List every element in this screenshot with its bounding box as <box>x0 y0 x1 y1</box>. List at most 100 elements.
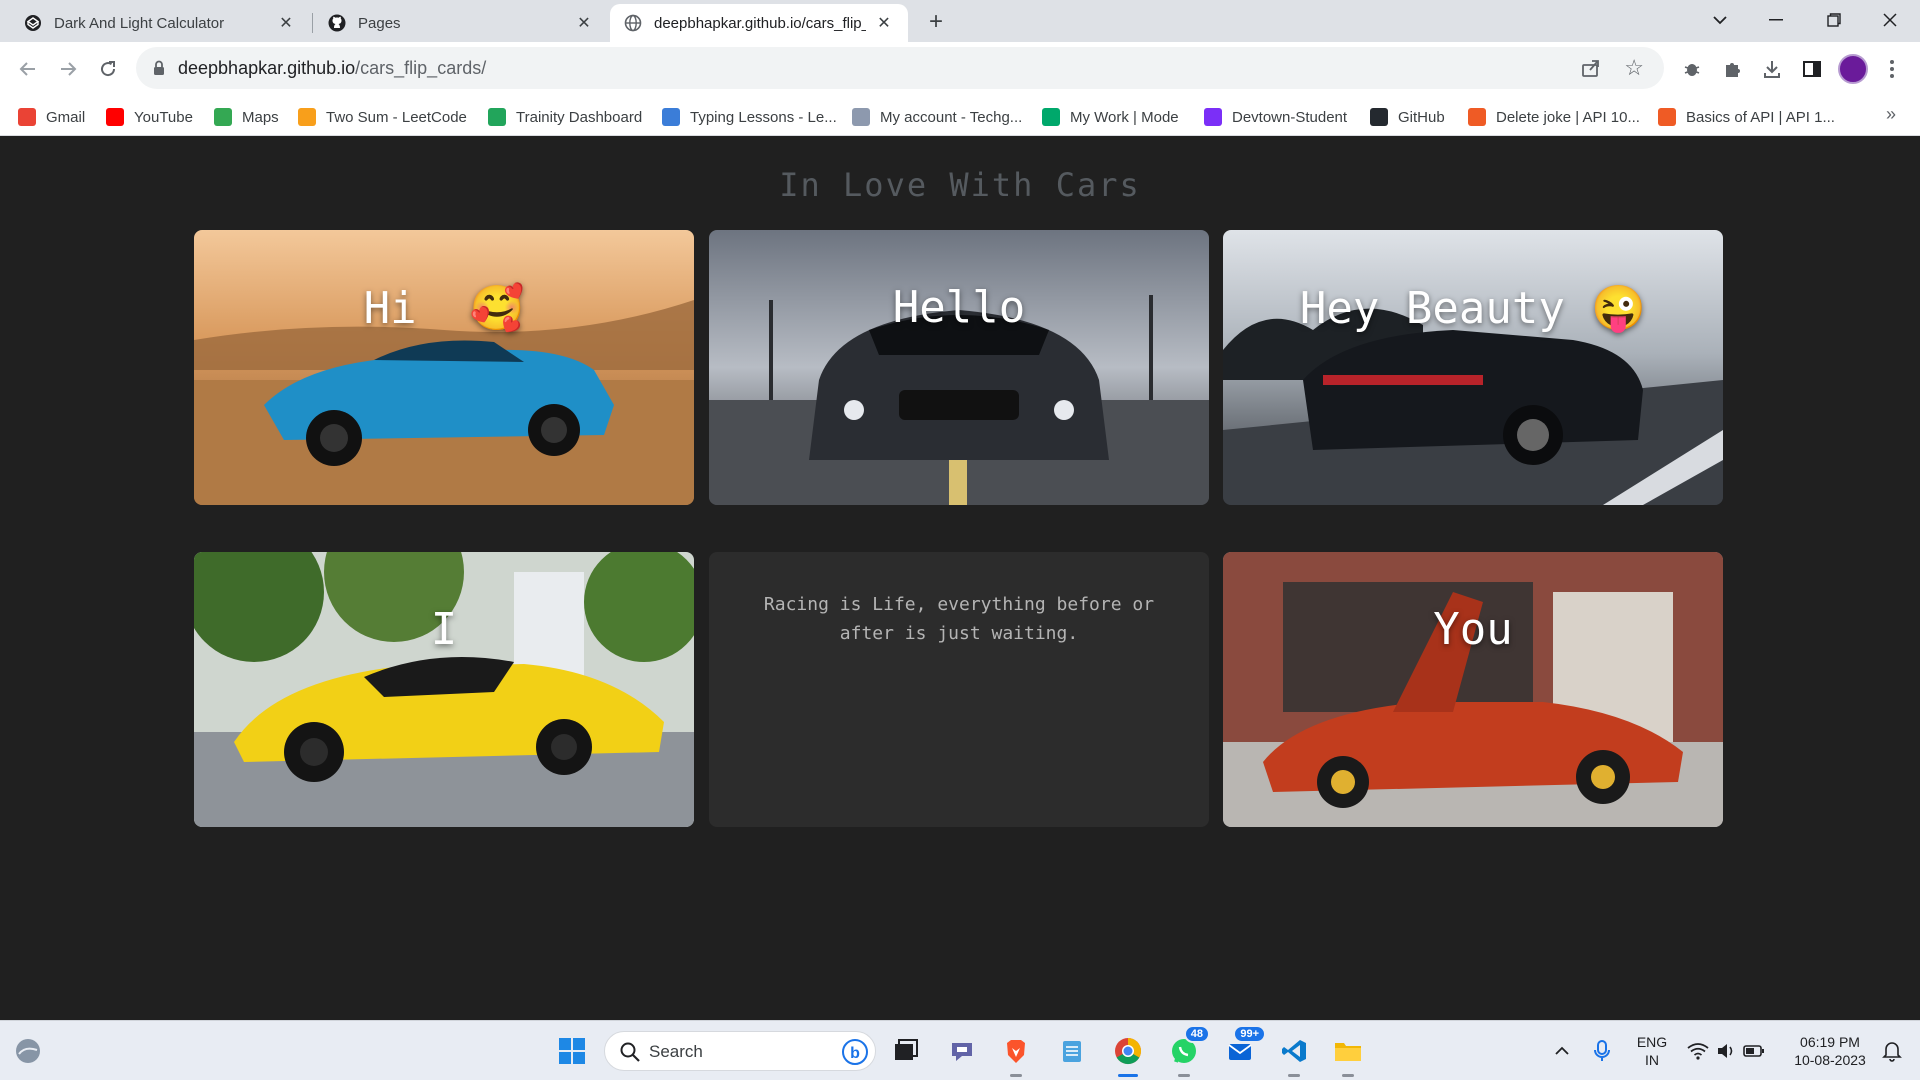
bookmark-label: Typing Lessons - Le... <box>690 108 837 126</box>
menu-kebab-icon[interactable] <box>1878 55 1906 83</box>
bookmark-basics-of-api-api-1[interactable]: Basics of API | API 1... <box>1658 106 1835 128</box>
tab-title: Pages <box>358 14 401 32</box>
leetcode-icon <box>298 108 316 126</box>
running-indicator-active <box>1118 1074 1138 1077</box>
bookmark-two-sum-leetcode[interactable]: Two Sum - LeetCode <box>298 106 467 128</box>
language-top: ENG <box>1636 1034 1668 1050</box>
bookmarks-bar: » Gmail YouTube Maps Two Sum - LeetCode Trai… <box>0 96 1920 136</box>
card-caption: I <box>430 604 458 655</box>
running-indicator <box>1010 1074 1022 1077</box>
bookmark-label: Delete joke | API 10... <box>1496 108 1640 126</box>
file-explorer-icon[interactable] <box>1330 1033 1366 1077</box>
bookmark-label: My account - Techg... <box>880 108 1023 126</box>
close-tab-icon[interactable]: ✕ <box>276 13 296 33</box>
close-tab-icon[interactable]: ✕ <box>874 13 894 33</box>
new-tab-button[interactable]: + <box>922 8 950 36</box>
clock-date: 10-08-2023 <box>1794 1052 1866 1068</box>
taskbar-search-box[interactable]: Search b <box>604 1031 876 1071</box>
windows-start-icon[interactable] <box>554 1033 590 1069</box>
close-tab-icon[interactable]: ✕ <box>574 13 594 33</box>
car-card-3[interactable]: Hey Beauty 😜 <box>1223 230 1723 505</box>
postman-icon <box>1468 108 1486 126</box>
bookmark-my-account-techg[interactable]: My account - Techg... <box>852 106 1022 128</box>
widgets-weather-icon[interactable] <box>10 1033 46 1069</box>
bookmark-label: YouTube <box>134 108 193 126</box>
bookmark-typing-lessons-le[interactable]: Typing Lessons - Le... <box>662 106 837 128</box>
language-bottom: IN <box>1645 1052 1659 1068</box>
search-icon <box>619 1041 641 1068</box>
bookmark-youtube[interactable]: YouTube <box>106 106 193 128</box>
notepad-icon[interactable] <box>1054 1033 1090 1069</box>
tab-separator <box>312 13 313 33</box>
card-caption: Hello <box>892 282 1026 333</box>
tab-cars-flip-cards[interactable]: deepbhapkar.github.io/cars_flip_ ✕ <box>610 4 908 42</box>
forward-button[interactable] <box>52 53 84 85</box>
tab-search-icon[interactable] <box>1692 0 1748 40</box>
show-hidden-icons-chevron-icon[interactable] <box>1544 1033 1580 1069</box>
bookmark-label: Two Sum - LeetCode <box>326 108 467 126</box>
extensions-puzzle-icon[interactable] <box>1718 55 1746 83</box>
bing-icon[interactable]: b <box>841 1038 869 1071</box>
bookmark-gmail[interactable]: Gmail <box>18 106 85 128</box>
car-image-orange-mclaren <box>1223 552 1723 827</box>
notifications-icon[interactable] <box>1874 1033 1910 1069</box>
minimize-button[interactable] <box>1748 0 1804 40</box>
bookmark-label: Basics of API | API 1... <box>1686 108 1835 126</box>
download-icon[interactable] <box>1758 55 1786 83</box>
bookmark-github[interactable]: GitHub <box>1370 106 1445 128</box>
tab-calculator[interactable]: Dark And Light Calculator ✕ <box>10 4 310 42</box>
url-text[interactable]: deepbhapkar.github.io/cars_flip_cards/ <box>178 58 486 79</box>
monday-icon <box>1042 108 1060 126</box>
battery-icon[interactable] <box>1736 1033 1772 1069</box>
tab-title: deepbhapkar.github.io/cars_flip_ <box>654 14 866 32</box>
vscode-icon[interactable] <box>1276 1033 1312 1077</box>
bookmark-devtown-student[interactable]: Devtown-Student <box>1204 106 1347 128</box>
bookmark-star-icon[interactable]: ☆ <box>1624 55 1644 81</box>
tab-pages[interactable]: Pages ✕ <box>314 4 608 42</box>
microphone-icon[interactable] <box>1584 1033 1620 1069</box>
back-button[interactable] <box>12 53 44 85</box>
bookmark-trainity-dashboard[interactable]: Trainity Dashboard <box>488 106 642 128</box>
bookmark-label: My Work | Mode <box>1070 108 1179 126</box>
car-image-blue-camaro <box>194 230 694 505</box>
clock[interactable]: 06:19 PM 10-08-2023 <box>1782 1033 1878 1069</box>
car-card-2[interactable]: Hello <box>709 230 1209 505</box>
gmail-icon <box>18 108 36 126</box>
extension-bug-icon[interactable] <box>1678 55 1706 83</box>
profile-avatar[interactable] <box>1838 54 1868 84</box>
car-card-6[interactable]: You <box>1223 552 1723 827</box>
side-panel-icon[interactable] <box>1798 55 1826 83</box>
chrome-icon[interactable] <box>1110 1033 1146 1077</box>
lock-icon[interactable] <box>150 59 168 77</box>
close-window-button[interactable] <box>1862 0 1918 40</box>
bookmarks-overflow-icon[interactable]: » <box>1886 104 1896 125</box>
whatsapp-icon[interactable]: 48 <box>1166 1025 1210 1077</box>
restore-button[interactable] <box>1806 0 1862 40</box>
postman-icon <box>1658 108 1676 126</box>
task-view-icon[interactable] <box>888 1033 924 1069</box>
car-card-1[interactable]: Hi 🥰 <box>194 230 694 505</box>
bookmark-delete-joke-api-10[interactable]: Delete joke | API 10... <box>1468 106 1640 128</box>
share-icon[interactable] <box>1580 57 1602 79</box>
teams-chat-icon[interactable] <box>944 1033 980 1069</box>
card-caption: You <box>1433 604 1513 655</box>
language-indicator[interactable]: ENG IN <box>1630 1033 1674 1069</box>
whatsapp-badge: 48 <box>1183 1025 1210 1043</box>
devtown-icon <box>1204 108 1222 126</box>
quote-card[interactable]: Racing is Life, everything before or aft… <box>709 552 1209 827</box>
bookmark-maps[interactable]: Maps <box>214 106 279 128</box>
browser-toolbar: deepbhapkar.github.io/cars_flip_cards/ ☆ <box>0 42 1920 96</box>
quote-text: Racing is Life, everything before or aft… <box>763 594 1155 644</box>
bookmark-label: Devtown-Student <box>1232 108 1348 126</box>
address-bar[interactable]: deepbhapkar.github.io/cars_flip_cards/ ☆ <box>136 47 1664 89</box>
maps-icon <box>214 108 232 126</box>
page-content: In Love With Cars Hi 🥰 Hello Hey Beauty … <box>0 136 1920 1020</box>
car-card-4[interactable]: I <box>194 552 694 827</box>
reload-button[interactable] <box>92 53 124 85</box>
bookmark-label: Trainity Dashboard <box>516 108 643 126</box>
brave-icon[interactable] <box>998 1033 1034 1077</box>
mail-icon[interactable]: 99+ <box>1222 1025 1266 1069</box>
bookmark-my-work-mode[interactable]: My Work | Mode <box>1042 106 1179 128</box>
running-indicator <box>1342 1074 1354 1077</box>
youtube-icon <box>106 108 124 126</box>
